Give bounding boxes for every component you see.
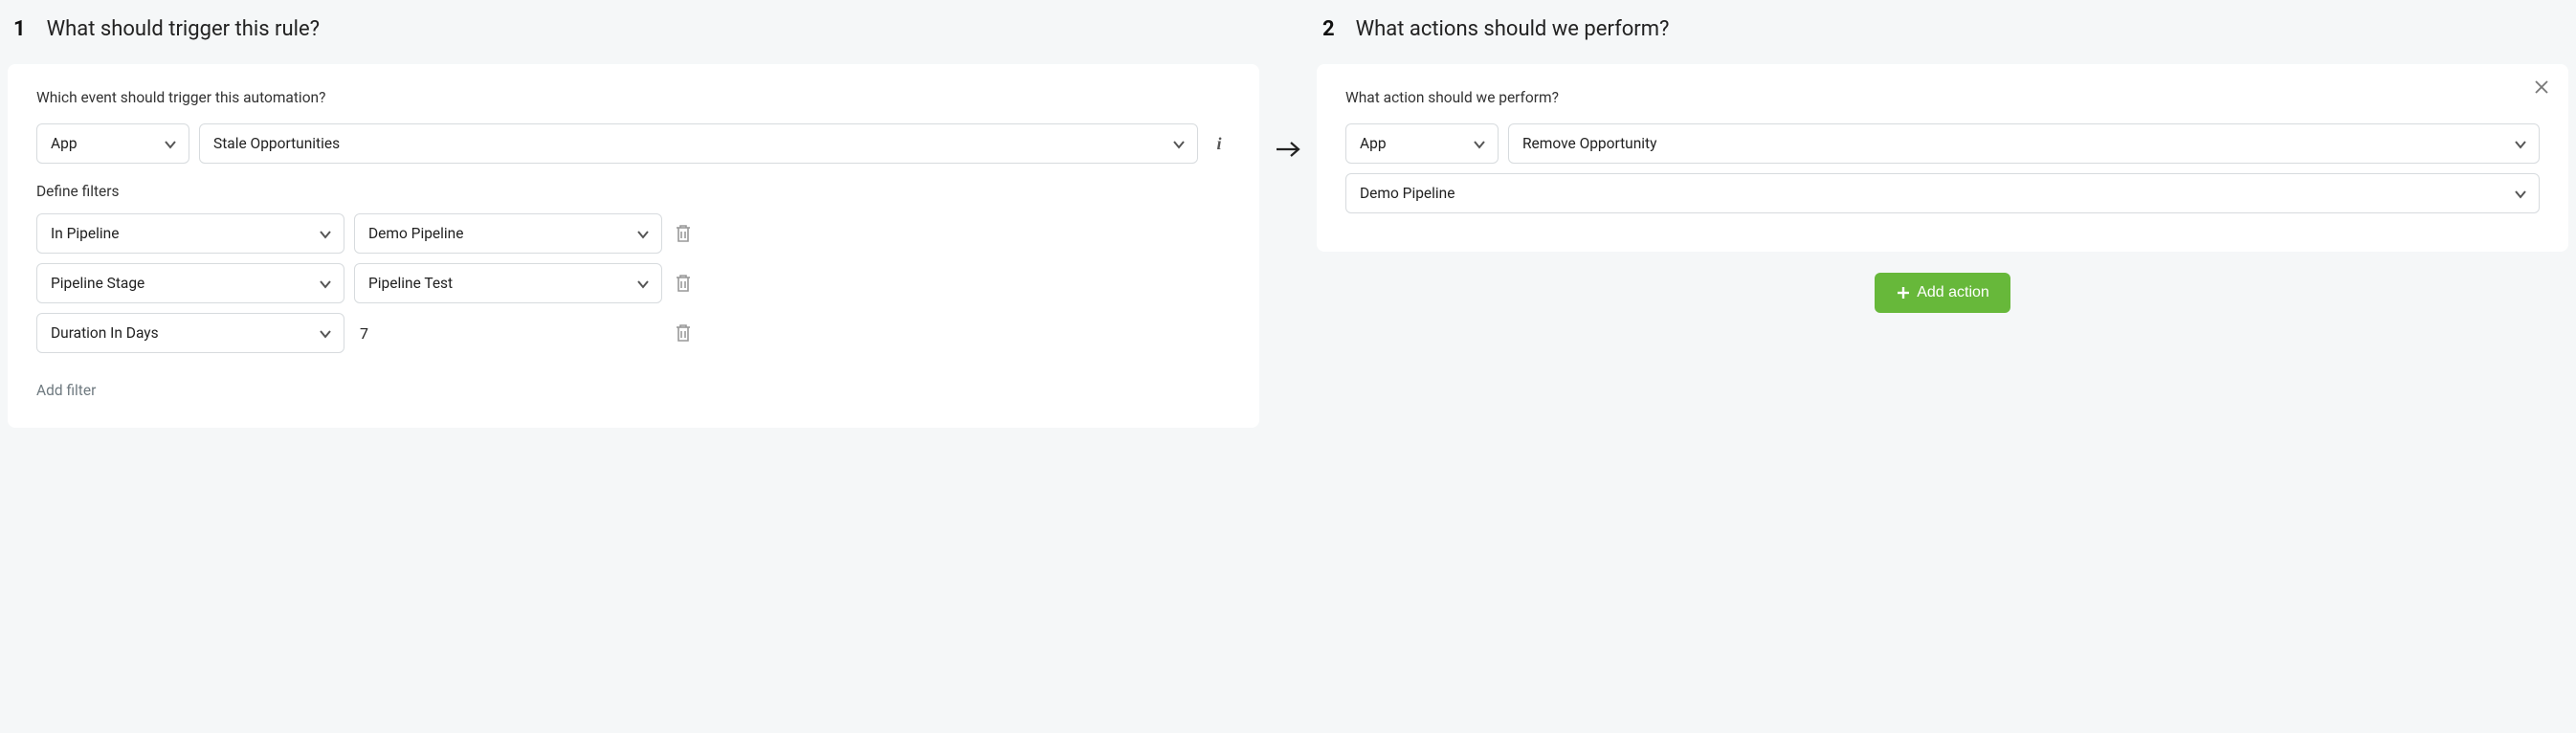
info-icon[interactable]: i xyxy=(1208,132,1231,155)
step-number: 1 xyxy=(13,17,26,41)
action-target-value: Demo Pipeline xyxy=(1360,185,1455,202)
delete-filter-button[interactable] xyxy=(672,222,695,245)
chevron-down-icon xyxy=(164,138,175,149)
filter-value-select[interactable]: Demo Pipeline xyxy=(354,213,662,254)
action-card: What action should we perform? App Remov… xyxy=(1317,64,2568,252)
filter-field-value: Pipeline Stage xyxy=(51,275,144,292)
chevron-down-icon xyxy=(319,327,330,339)
chevron-down-icon xyxy=(319,278,330,289)
trigger-event-value: Stale Opportunities xyxy=(213,135,340,152)
filter-field-select[interactable]: Duration In Days xyxy=(36,313,344,353)
step-title: What should trigger this rule? xyxy=(47,17,320,41)
action-source-value: App xyxy=(1360,135,1387,152)
add-filter-button[interactable]: Add filter xyxy=(36,382,96,399)
filter-value: Pipeline Test xyxy=(368,275,453,292)
step-number: 2 xyxy=(1322,17,1335,41)
action-question: What action should we perform? xyxy=(1345,89,2540,106)
chevron-down-icon xyxy=(636,228,648,239)
chevron-down-icon xyxy=(1172,138,1184,149)
close-icon[interactable] xyxy=(2532,78,2551,97)
action-name-value: Remove Opportunity xyxy=(1522,135,1656,152)
filter-field-select[interactable]: Pipeline Stage xyxy=(36,263,344,303)
trigger-question: Which event should trigger this automati… xyxy=(36,89,1231,106)
filter-value-input[interactable]: 7 xyxy=(354,324,662,343)
trigger-event-select[interactable]: Stale Opportunities xyxy=(199,123,1198,164)
filter-field-select[interactable]: In Pipeline xyxy=(36,213,344,254)
delete-filter-button[interactable] xyxy=(672,272,695,295)
step-title: What actions should we perform? xyxy=(1356,17,1670,41)
filter-value-select[interactable]: Pipeline Test xyxy=(354,263,662,303)
plus-icon xyxy=(1896,285,1911,300)
delete-filter-button[interactable] xyxy=(672,322,695,344)
chevron-down-icon xyxy=(2514,188,2525,199)
trigger-source-select[interactable]: App xyxy=(36,123,189,164)
filter-value: Demo Pipeline xyxy=(368,225,463,242)
filter-field-value: Duration In Days xyxy=(51,324,159,342)
chevron-down-icon xyxy=(636,278,648,289)
action-name-select[interactable]: Remove Opportunity xyxy=(1508,123,2540,164)
filter-field-value: In Pipeline xyxy=(51,225,119,242)
action-target-select[interactable]: Demo Pipeline xyxy=(1345,173,2540,213)
action-section-header: 2 What actions should we perform? xyxy=(1322,17,2568,41)
arrow-icon xyxy=(1259,17,1317,159)
chevron-down-icon xyxy=(1473,138,1484,149)
action-source-select[interactable]: App xyxy=(1345,123,1499,164)
filters-label: Define filters xyxy=(36,183,1231,200)
add-action-label: Add action xyxy=(1917,284,1989,301)
chevron-down-icon xyxy=(319,228,330,239)
trigger-section-header: 1 What should trigger this rule? xyxy=(13,17,1259,41)
add-action-button[interactable]: Add action xyxy=(1875,273,2010,313)
trigger-card: Which event should trigger this automati… xyxy=(8,64,1259,428)
chevron-down-icon xyxy=(2514,138,2525,149)
trigger-source-value: App xyxy=(51,135,78,152)
